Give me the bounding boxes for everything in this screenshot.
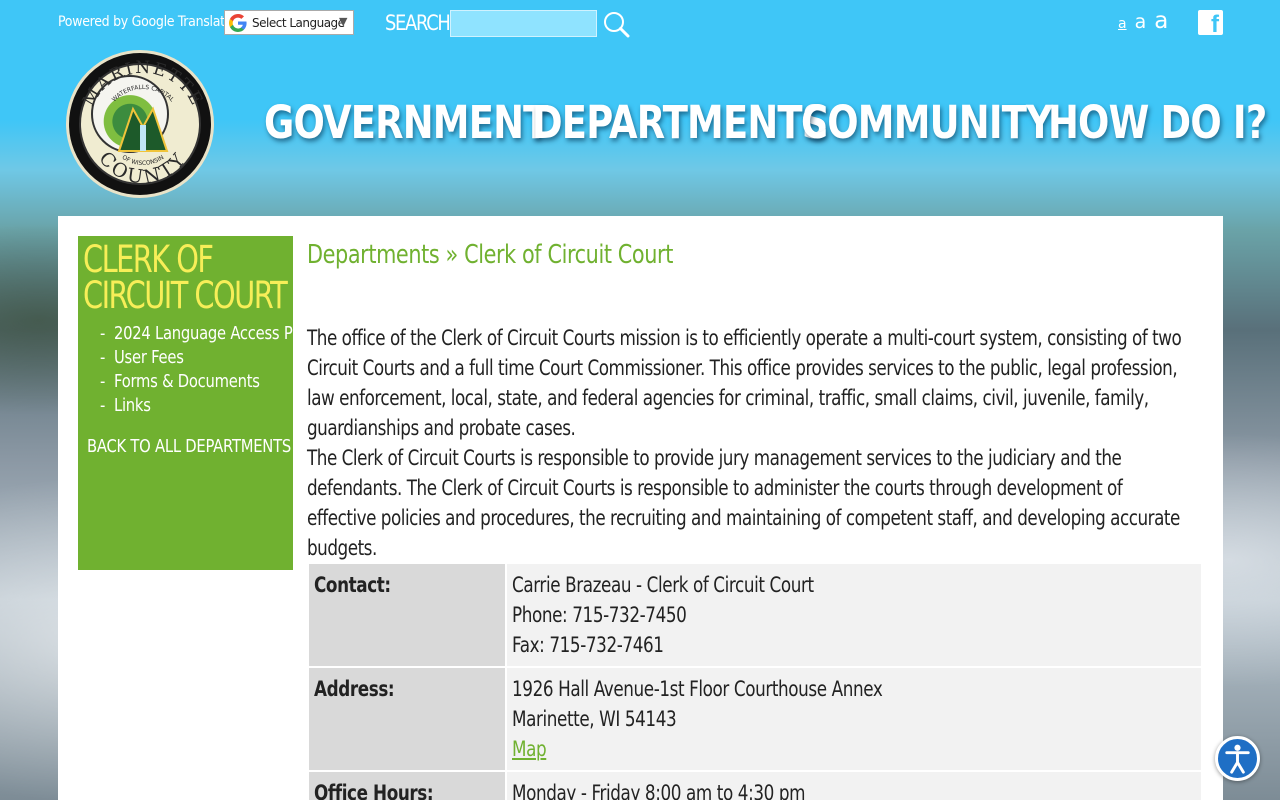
sidebar-title-line1: CLERK OF <box>83 238 214 281</box>
contact-name: Carrie Brazeau - Clerk of Circuit Court <box>512 573 814 597</box>
logo-text-art: MARINETTE COUNTY WATERFALLS CAPITAL OF W… <box>79 58 207 189</box>
accessibility-button[interactable] <box>1215 736 1260 781</box>
powered-by-text: Powered by Google Translate <box>58 14 233 30</box>
sidebar-item-user-fees[interactable]: User Fees <box>100 346 254 370</box>
svg-text:MARINETTE: MARINETTE <box>79 58 207 110</box>
breadcrumb-separator: » <box>445 240 459 270</box>
language-select-label: Select Language <box>252 15 345 30</box>
address-line1: 1926 Hall Avenue-1st Floor Courthouse An… <box>512 677 883 701</box>
accessibility-icon <box>1225 744 1250 774</box>
facebook-icon[interactable]: f <box>1198 10 1223 35</box>
county-logo[interactable]: MARINETTE COUNTY WATERFALLS CAPITAL OF W… <box>66 50 214 198</box>
font-size-large-button[interactable]: a <box>1154 8 1168 34</box>
nav-community[interactable]: COMMUNITY <box>801 96 1053 149</box>
breadcrumb-current: Clerk of Circuit Court <box>464 240 673 270</box>
sidebar-item-links[interactable]: Links <box>100 394 254 418</box>
nav-government[interactable]: GOVERNMENT <box>264 96 548 149</box>
language-select[interactable]: Select Language ▼ <box>224 10 354 35</box>
map-link[interactable]: Map <box>512 734 547 764</box>
sidebar-item-forms-documents[interactable]: Forms & Documents <box>100 370 260 394</box>
table-row: Office Hours: Monday - Friday 8:00 am to… <box>309 772 1201 800</box>
address-label-cell: Address: <box>309 668 505 770</box>
back-to-departments-link[interactable]: BACK TO ALL DEPARTMENTS <box>87 436 291 457</box>
svg-text:COUNTY: COUNTY <box>94 147 191 188</box>
font-size-small-button[interactable]: a <box>1118 16 1127 32</box>
logo-ring-top-text: WATERFALLS CAPITAL <box>111 84 176 104</box>
sidebar-menu: 2024 Language Access Plan User Fees Form… <box>100 322 315 418</box>
intro-paragraph-text: The office of the Clerk of Circuit Court… <box>307 326 1182 440</box>
contact-label-cell: Contact: <box>309 564 505 666</box>
dropdown-arrow-icon: ▼ <box>339 15 347 28</box>
hours-value-cell: Monday - Friday 8:00 am to 4:30 pm <box>507 772 1201 800</box>
logo-bottom-text: COUNTY <box>94 147 188 188</box>
address-value-cell: 1926 Hall Avenue-1st Floor Courthouse An… <box>507 668 1201 770</box>
office-hours-value: Monday - Friday 8:00 am to 4:30 pm <box>512 781 806 800</box>
breadcrumb-departments-link[interactable]: Departments <box>307 240 440 270</box>
hours-label-cell: Office Hours: <box>309 772 505 800</box>
breadcrumb: Departments » Clerk of Circuit Court <box>307 240 673 270</box>
nav-departments[interactable]: DEPARTMENTS <box>532 96 828 149</box>
contact-fax: Fax: 715-732-7461 <box>512 633 664 657</box>
search-icon[interactable] <box>602 10 630 38</box>
table-row: Address: 1926 Hall Avenue-1st Floor Cour… <box>309 668 1201 770</box>
sidebar-title-line2: CIRCUIT COURT <box>83 274 288 317</box>
address-line2: Marinette, WI 54143 <box>512 707 677 731</box>
office-hours-label: Office Hours: <box>314 781 434 800</box>
content-panel: CLERK OF CIRCUIT COURT 2024 Language Acc… <box>58 216 1223 800</box>
top-bar: Powered by Google Translate Select Langu… <box>0 0 1280 46</box>
main-nav: GOVERNMENT DEPARTMENTS COMMUNITY HOW DO … <box>240 96 1267 156</box>
font-size-controls: a a a <box>1118 8 1168 34</box>
address-label: Address: <box>314 677 395 701</box>
contact-label: Contact: <box>314 573 391 597</box>
responsibilities-paragraph: The Clerk of Circuit Courts is responsib… <box>307 443 1197 563</box>
search-label: SEARCH <box>385 11 451 35</box>
department-sidebar: CLERK OF CIRCUIT COURT 2024 Language Acc… <box>78 236 315 570</box>
font-size-medium-button[interactable]: a <box>1135 11 1147 33</box>
table-row: Contact: Carrie Brazeau - Clerk of Circu… <box>309 564 1201 666</box>
intro-paragraph: The office of the Clerk of Circuit Court… <box>307 323 1197 443</box>
search-input[interactable] <box>450 10 597 37</box>
contact-phone: Phone: 715-732-7450 <box>512 603 687 627</box>
svg-text:WATERFALLS CAPITAL: WATERFALLS CAPITAL <box>111 84 176 104</box>
responsibilities-paragraph-text: The Clerk of Circuit Courts is responsib… <box>307 446 1180 560</box>
contact-info-table: Contact: Carrie Brazeau - Clerk of Circu… <box>307 562 1203 800</box>
sidebar-item-language-access-plan[interactable]: 2024 Language Access Plan <box>100 322 315 346</box>
contact-value-cell: Carrie Brazeau - Clerk of Circuit Court … <box>507 564 1201 666</box>
logo-top-text: MARINETTE <box>79 58 205 110</box>
nav-how-do-i[interactable]: HOW DO I? <box>1048 96 1267 149</box>
google-icon <box>229 13 247 32</box>
